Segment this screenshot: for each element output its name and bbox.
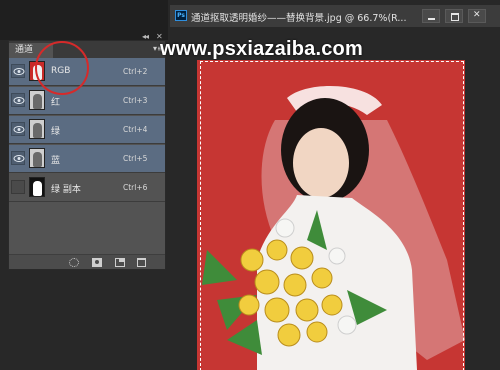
minimize-button[interactable] xyxy=(422,9,440,23)
selection-marquee xyxy=(200,61,464,370)
channel-row-green[interactable]: 绿 Ctrl+4 xyxy=(9,116,165,144)
document-title: 通道抠取透明婚纱——替换背景.jpg @ 66.7%(R... xyxy=(191,13,407,24)
maximize-button[interactable] xyxy=(445,9,463,23)
channel-shortcut: Ctrl+4 xyxy=(123,125,148,134)
visibility-toggle-empty[interactable] xyxy=(11,180,25,194)
channel-shortcut: Ctrl+2 xyxy=(123,67,148,76)
channel-row-green-copy[interactable]: 绿 副本 Ctrl+6 xyxy=(9,174,165,202)
panel-tab-bar: 通道 ▾≡ xyxy=(9,41,165,58)
close-window-button[interactable] xyxy=(468,9,486,23)
visibility-eye-icon[interactable] xyxy=(11,64,25,78)
watermark-text: www.psxiazaiba.com xyxy=(160,38,363,60)
load-channel-as-selection-icon[interactable] xyxy=(69,258,79,267)
channel-thumbnail xyxy=(29,148,45,168)
channel-thumbnail xyxy=(29,119,45,139)
document-titlebar: Ps 通道抠取透明婚纱——替换背景.jpg @ 66.7%(R... xyxy=(170,5,500,27)
photoshop-app-icon: Ps xyxy=(175,10,187,21)
visibility-eye-icon[interactable] xyxy=(11,122,25,136)
channel-row-red[interactable]: 红 Ctrl+3 xyxy=(9,87,165,115)
annotation-circle xyxy=(35,41,89,95)
channel-shortcut: Ctrl+5 xyxy=(123,154,148,163)
channel-shortcut: Ctrl+3 xyxy=(123,96,148,105)
panel-footer xyxy=(9,254,165,269)
channel-name: 红 xyxy=(51,98,61,108)
save-selection-as-channel-icon[interactable] xyxy=(92,258,102,267)
channel-thumbnail xyxy=(29,177,45,197)
channel-row-blue[interactable]: 蓝 Ctrl+5 xyxy=(9,145,165,173)
visibility-eye-icon[interactable] xyxy=(11,93,25,107)
visibility-eye-icon[interactable] xyxy=(11,151,25,165)
trash-icon[interactable] xyxy=(137,258,146,267)
channel-thumbnail xyxy=(29,90,45,110)
channel-name: 蓝 xyxy=(51,156,61,166)
new-channel-icon[interactable] xyxy=(115,258,125,267)
channel-shortcut: Ctrl+6 xyxy=(123,183,148,192)
channel-name: 绿 副本 xyxy=(51,185,81,195)
channel-name: 绿 xyxy=(51,127,61,137)
